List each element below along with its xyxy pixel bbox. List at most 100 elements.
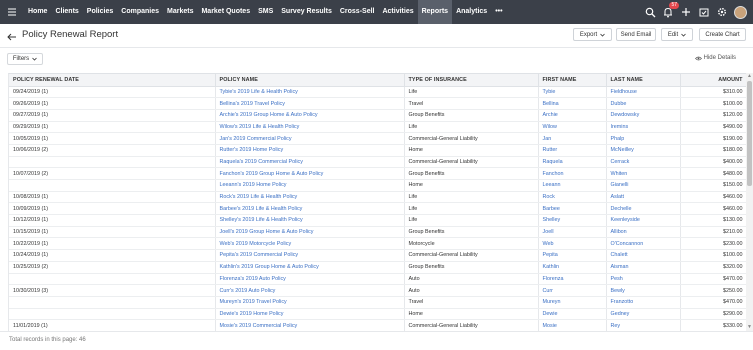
first-name-link[interactable]: Curr [538, 284, 607, 297]
search-icon[interactable] [644, 6, 656, 18]
export-button[interactable]: Export [573, 28, 612, 41]
create-chart-button[interactable]: Create Chart [699, 28, 746, 41]
last-name-link[interactable]: Aisman [606, 261, 681, 274]
last-name-link[interactable]: Chalett [606, 249, 681, 262]
add-icon[interactable] [680, 6, 692, 18]
policy-name-link[interactable]: Rock's 2019 Life & Health Policy [215, 191, 405, 204]
policy-name-link[interactable]: Kathlin's 2019 Group Home & Auto Policy [215, 261, 405, 274]
last-name-link[interactable]: Dechelle [606, 202, 681, 216]
nav-item-sms[interactable]: SMS [254, 0, 277, 24]
first-name-link[interactable]: Fanchon [538, 167, 607, 180]
column-header[interactable]: LAST NAME [606, 74, 681, 87]
first-name-link[interactable]: Mureyn [538, 296, 607, 309]
last-name-link[interactable]: Gedney [606, 308, 681, 321]
column-header[interactable]: POLICY RENEWAL DATE [9, 74, 216, 87]
last-name-link[interactable]: Dubbe [606, 97, 681, 110]
last-name-link[interactable]: Keenleyside [606, 214, 681, 227]
policy-name-link[interactable]: Wilow's 2019 Life & Health Policy [215, 121, 405, 134]
policy-name-link[interactable]: Florenza's 2019 Auto Policy [215, 273, 405, 286]
policy-name-link[interactable]: Pepita's 2019 Commercial Policy [215, 249, 405, 262]
first-name-link[interactable]: Rutter [538, 144, 607, 157]
policy-name-link[interactable]: Fanchon's 2019 Group Home & Auto Policy [215, 167, 405, 180]
more-menu-icon[interactable]: ••• [491, 0, 506, 24]
last-name-link[interactable]: Rey [606, 319, 681, 331]
apps-grid-icon[interactable] [0, 0, 24, 24]
nav-item-market-quotes[interactable]: Market Quotes [197, 0, 254, 24]
first-name-link[interactable]: Web [538, 237, 607, 251]
first-name-link[interactable]: Shelley [538, 214, 607, 227]
first-name-link[interactable]: Mosie [538, 319, 607, 331]
first-name-link[interactable]: Kathlin [538, 261, 607, 274]
first-name-link[interactable]: Tybie [538, 86, 607, 99]
nav-item-home[interactable]: Home [24, 0, 51, 24]
last-name-link[interactable]: Franzotto [606, 296, 681, 309]
policy-name-link[interactable]: Web's 2019 Motorcycle Policy [215, 237, 405, 251]
first-name-link[interactable]: Florenza [538, 273, 607, 286]
last-name-link[interactable]: Pesh [606, 273, 681, 286]
calendar-check-icon[interactable] [698, 6, 710, 18]
nav-item-cross-sell[interactable]: Cross-Sell [336, 0, 379, 24]
last-name-link[interactable]: Whiten [606, 167, 681, 180]
column-header[interactable]: FIRST NAME [538, 74, 607, 87]
first-name-link[interactable]: Raquela [538, 156, 607, 169]
first-name-link[interactable]: Joell [538, 226, 607, 239]
last-name-link[interactable]: Iremins [606, 121, 681, 134]
send-email-button[interactable]: Send Email [616, 28, 656, 41]
vertical-scrollbar[interactable]: ▲ ▼ [746, 73, 753, 331]
last-name-link[interactable]: Fieldhouse [606, 86, 681, 99]
policy-name-link[interactable]: Mosie's 2019 Commercial Policy [215, 319, 405, 331]
policy-name-link[interactable]: Dewie's 2019 Home Policy [215, 308, 405, 321]
last-name-link[interactable]: Allibon [606, 226, 681, 239]
policy-name-link[interactable]: Shelley's 2019 Life & Health Policy [215, 214, 405, 227]
policy-name-link[interactable]: Mureyn's 2019 Travel Policy [215, 296, 405, 309]
nav-item-companies[interactable]: Companies [117, 0, 163, 24]
policy-name-link[interactable]: Rutter's 2019 Home Policy [215, 144, 405, 157]
filters-dropdown[interactable]: Filters [7, 53, 43, 65]
nav-item-markets[interactable]: Markets [163, 0, 197, 24]
last-name-link[interactable]: McNeilley [606, 144, 681, 157]
first-name-link[interactable]: Jan [538, 132, 607, 145]
first-name-link[interactable]: Bellina [538, 97, 607, 110]
column-header[interactable]: TYPE OF INSURANCE [404, 74, 539, 87]
nav-item-analytics[interactable]: Analytics [452, 0, 491, 24]
nav-item-reports[interactable]: Reports [417, 0, 453, 24]
nav-item-clients[interactable]: Clients [51, 0, 82, 24]
first-name-link[interactable]: Wilow [538, 121, 607, 134]
policy-name-link[interactable]: Joell's 2019 Group Home & Auto Policy [215, 226, 405, 239]
scrollbar-thumb[interactable] [747, 81, 752, 186]
nav-item-policies[interactable]: Policies [83, 0, 117, 24]
nav-item-survey-results[interactable]: Survey Results [277, 0, 336, 24]
policy-name-link[interactable]: Barbee's 2019 Life & Health Policy [215, 202, 405, 216]
last-name-link[interactable]: Aslatt [606, 191, 681, 204]
first-name-link[interactable]: Pepita [538, 249, 607, 262]
policy-name-link[interactable]: Bellina's 2019 Travel Policy [215, 97, 405, 110]
column-header[interactable]: POLICY NAME [215, 74, 405, 87]
edit-button[interactable]: Edit [661, 28, 693, 41]
policy-name-link[interactable]: Tybie's 2019 Life & Health Policy [215, 86, 405, 99]
policy-name-link[interactable]: Archie's 2019 Group Home & Auto Policy [215, 109, 405, 122]
last-name-link[interactable]: Cerrack [606, 156, 681, 169]
nav-item-activities[interactable]: Activities [378, 0, 417, 24]
last-name-link[interactable]: Dewdowsky [606, 109, 681, 122]
last-name-link[interactable]: Bewly [606, 284, 681, 297]
policy-name-link[interactable]: Jan's 2019 Commercial Policy [215, 132, 405, 145]
policy-name-link[interactable]: Leeann's 2019 Home Policy [215, 179, 405, 192]
notifications-bell-icon[interactable]: 57 [662, 2, 679, 18]
policy-name-link[interactable]: Curr's 2019 Auto Policy [215, 284, 405, 297]
first-name-link[interactable]: Archie [538, 109, 607, 122]
first-name-link[interactable]: Rock [538, 191, 607, 204]
last-name-link[interactable]: O'Concannon [606, 237, 681, 251]
scroll-up-icon[interactable]: ▲ [747, 74, 752, 79]
back-arrow-icon[interactable] [7, 29, 17, 41]
policy-name-link[interactable]: Raquela's 2019 Commercial Policy [215, 156, 405, 169]
first-name-link[interactable]: Dewie [538, 308, 607, 321]
user-avatar[interactable] [734, 5, 747, 19]
settings-gear-icon[interactable] [716, 6, 728, 18]
last-name-link[interactable]: Phalp [606, 132, 681, 145]
last-name-link[interactable]: Gianelli [606, 179, 681, 192]
first-name-link[interactable]: Leeann [538, 179, 607, 192]
column-header[interactable]: AMOUNT [680, 74, 746, 87]
first-name-link[interactable]: Barbee [538, 202, 607, 216]
scroll-down-icon[interactable]: ▼ [747, 325, 752, 330]
hide-details-toggle[interactable]: Hide Details [694, 55, 736, 61]
